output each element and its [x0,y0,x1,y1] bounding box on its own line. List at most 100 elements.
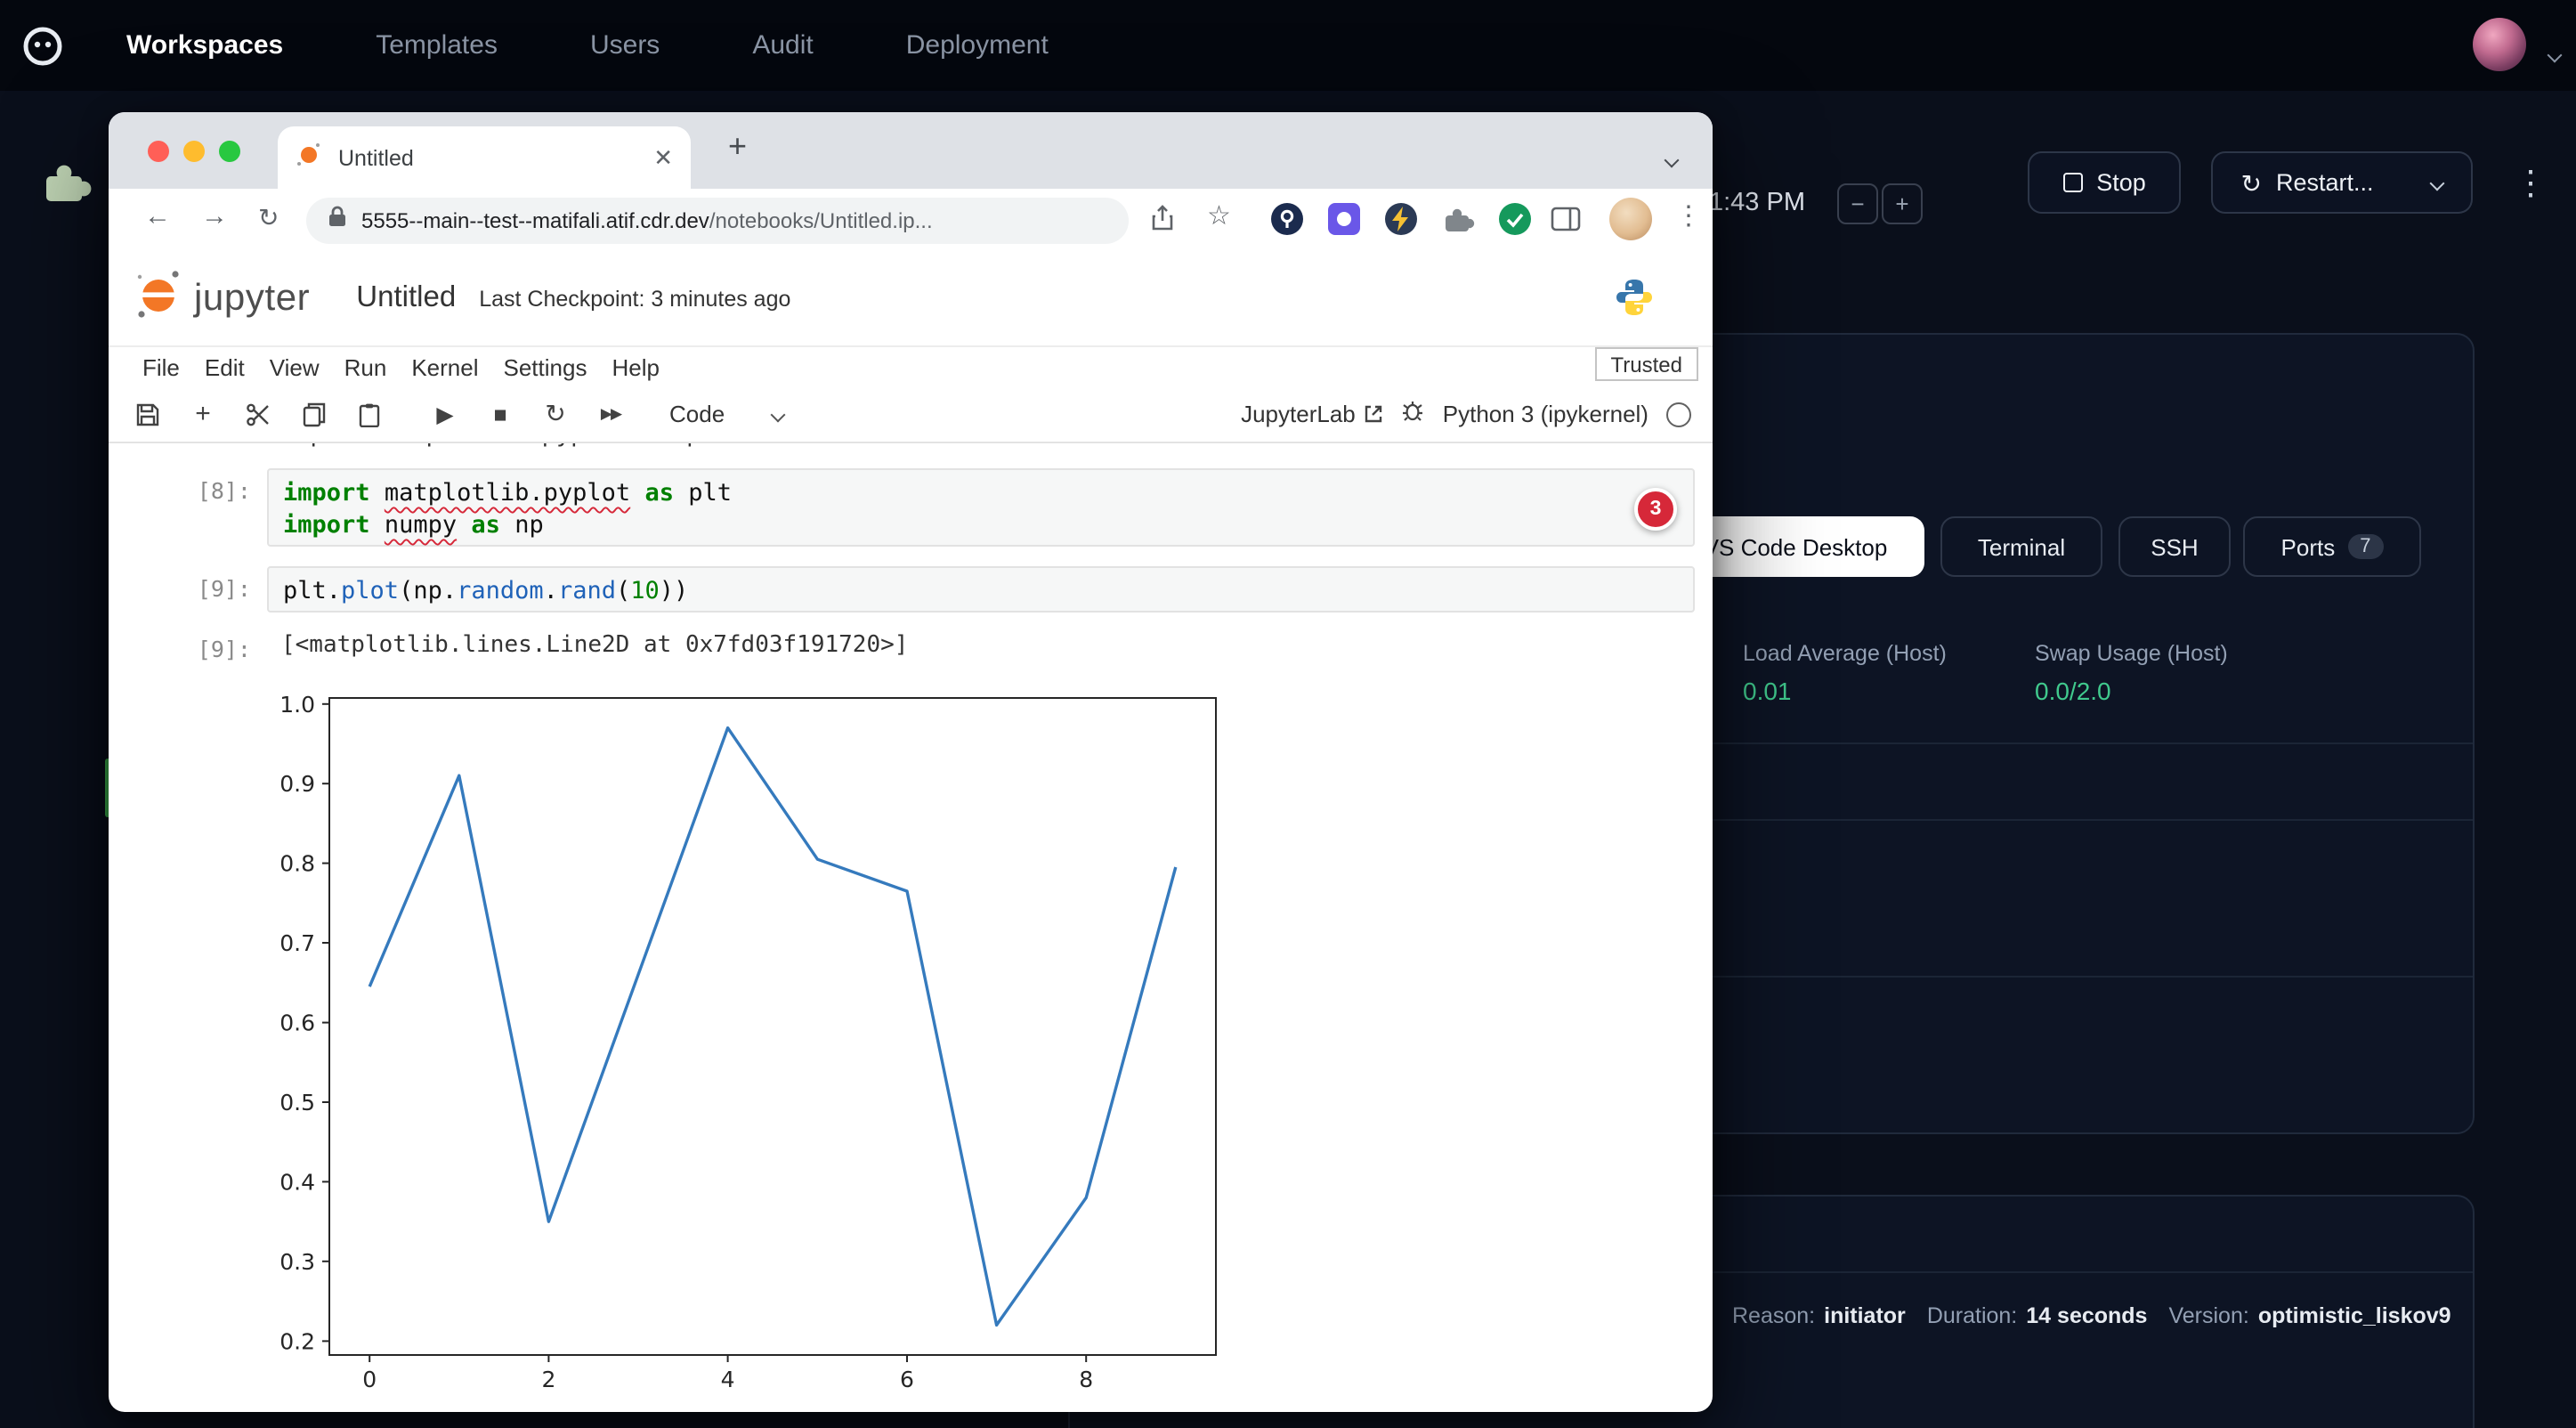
menu-file[interactable]: File [142,353,180,380]
external-link-icon [1365,404,1384,424]
nav-item-workspaces[interactable]: Workspaces [126,30,283,61]
ports-count-badge: 7 [2347,534,2383,559]
svg-text:4: 4 [721,1367,735,1392]
debugger-bug-icon[interactable] [1402,398,1425,430]
menu-edit[interactable]: Edit [205,353,245,380]
clipped-cell-line: import matplotlib.pyplot as plt [281,443,1385,454]
ssh-button[interactable]: SSH [2118,516,2231,577]
menu-settings[interactable]: Settings [504,353,587,380]
zoom-out-button[interactable]: − [1837,183,1878,224]
template-puzzle-icon [36,153,93,219]
tab-favicon-icon [296,140,322,175]
menu-help[interactable]: Help [612,353,660,380]
restart-workspace-button[interactable]: ↻ Restart... [2211,151,2403,214]
browser-toolbar: ← → ↻ 5555--main--test--matifali.atif.cd… [109,189,1713,251]
svg-text:2: 2 [541,1367,555,1392]
svg-text:0: 0 [362,1367,377,1392]
jupyter-brand: jupyter [194,277,310,320]
address-bar[interactable]: 5555--main--test--matifali.atif.cdr.dev/… [306,197,1129,243]
input-prompt-8: [8]: [158,477,251,504]
extensions-puzzle-icon[interactable] [1440,201,1476,246]
svg-text:0.4: 0.4 [279,1169,315,1195]
load-average-value: 0.01 [1743,677,1792,705]
save-icon[interactable] [134,402,162,426]
user-menu-chevron-icon[interactable] [2549,37,2560,69]
terminal-button[interactable]: Terminal [1940,516,2102,577]
url-path: /notebooks/Untitled.ip... [709,207,933,232]
tab-search-chevron-icon[interactable] [1666,142,1677,174]
checkpoint-text: Last Checkpoint: 3 minutes ago [479,286,790,311]
restart-kernel-icon[interactable]: ↻ [541,399,570,429]
browser-tab[interactable]: Untitled ✕ [278,126,691,189]
sidebar-toggle-icon[interactable] [1551,207,1581,240]
tab-close-icon[interactable]: ✕ [653,143,673,172]
restart-options-chevron[interactable] [2402,151,2473,214]
browser-menu-kebab-icon[interactable]: ⋮ [1675,199,1702,231]
code-line: plt.plot(np.random.rand(10)) [283,575,1679,607]
share-icon[interactable] [1150,205,1175,240]
extension-icon-2[interactable] [1326,201,1362,246]
url-domain: 5555--main--test--matifali.atif.cdr.dev [361,207,709,232]
code-cell-8[interactable]: import matplotlib.pyplot as plt import n… [267,468,1695,547]
stop-kernel-icon[interactable]: ■ [486,399,514,429]
code-line: import numpy as np [283,509,1679,541]
svg-text:0.8: 0.8 [279,851,315,877]
jupyter-menubar: File Edit View Run Kernel Settings Help … [109,347,1713,386]
notebook-title[interactable]: Untitled [356,281,456,315]
workspace-kebab-menu[interactable]: ⋮ [2514,164,2548,205]
menu-run[interactable]: Run [344,353,387,380]
reason-label: Reason: [1732,1303,1815,1328]
cut-cell-icon[interactable] [244,402,272,426]
extension-bolt-icon[interactable] [1383,201,1419,246]
svg-text:0.5: 0.5 [279,1090,315,1116]
copy-cell-icon[interactable] [299,402,328,426]
code-cell-9[interactable]: plt.plot(np.random.rand(10)) [267,566,1695,613]
window-controls [148,141,240,162]
forward-button[interactable]: → [201,201,228,231]
notification-badge[interactable]: 3 [1634,488,1677,531]
reload-button[interactable]: ↻ [258,203,279,233]
input-prompt-9: [9]: [158,575,251,602]
bookmark-star-icon[interactable]: ☆ [1207,199,1231,231]
nav-item-audit[interactable]: Audit [752,30,813,61]
menu-kernel[interactable]: Kernel [411,353,478,380]
nav-item-users[interactable]: Users [590,30,660,61]
add-cell-icon[interactable]: + [189,399,217,429]
run-all-icon[interactable]: ▶▶ [596,399,625,429]
matplotlib-line-chart: 0.20.30.40.50.60.70.80.91.002468 [251,691,1248,1412]
menu-view[interactable]: View [270,353,320,380]
maximize-window-button[interactable] [219,141,240,162]
back-button[interactable]: ← [144,201,171,231]
extension-icon-5[interactable] [1497,201,1533,246]
stop-workspace-button[interactable]: Stop [2028,151,2181,214]
trusted-button[interactable]: Trusted [1595,347,1699,381]
svg-text:6: 6 [900,1367,914,1392]
clock-text: 11:43 PM [1697,189,1805,217]
kernel-name[interactable]: Python 3 (ipykernel) [1443,401,1648,427]
paste-cell-icon[interactable] [354,402,383,426]
jupyterlab-link[interactable]: JupyterLab [1241,401,1384,427]
zoom-in-button[interactable]: + [1882,183,1923,224]
new-tab-button[interactable]: + [728,128,747,166]
version-label: Version: [2168,1303,2248,1328]
cell-type-dropdown[interactable]: Code [669,401,783,427]
extension-1password-icon[interactable] [1269,201,1305,246]
jupyter-header: jupyter Untitled Last Checkpoint: 3 minu… [109,251,1713,347]
user-avatar[interactable] [2473,18,2526,71]
browser-profile-avatar[interactable] [1609,198,1652,240]
svg-text:0.2: 0.2 [279,1328,315,1354]
jupyter-toolbar: + ▶ ■ ↻ ▶▶ Code JupyterLab [109,386,1713,443]
close-window-button[interactable] [148,141,169,162]
ports-button[interactable]: Ports 7 [2243,516,2421,577]
notebook-area: import matplotlib.pyplot as plt [8]: imp… [109,443,1713,1412]
nav-item-templates[interactable]: Templates [376,30,498,61]
screen: Workspaces Templates Users Audit Deploym… [0,0,2576,1428]
minimize-window-button[interactable] [183,141,205,162]
svg-text:8: 8 [1079,1367,1093,1392]
run-cell-icon[interactable]: ▶ [431,399,459,429]
reason-value: initiator [1824,1303,1906,1328]
coder-logo-icon[interactable] [20,22,66,69]
nav-item-deployment[interactable]: Deployment [906,30,1049,61]
stop-label: Stop [2096,169,2146,196]
run-controls: ▶ ■ ↻ ▶▶ [431,399,652,429]
